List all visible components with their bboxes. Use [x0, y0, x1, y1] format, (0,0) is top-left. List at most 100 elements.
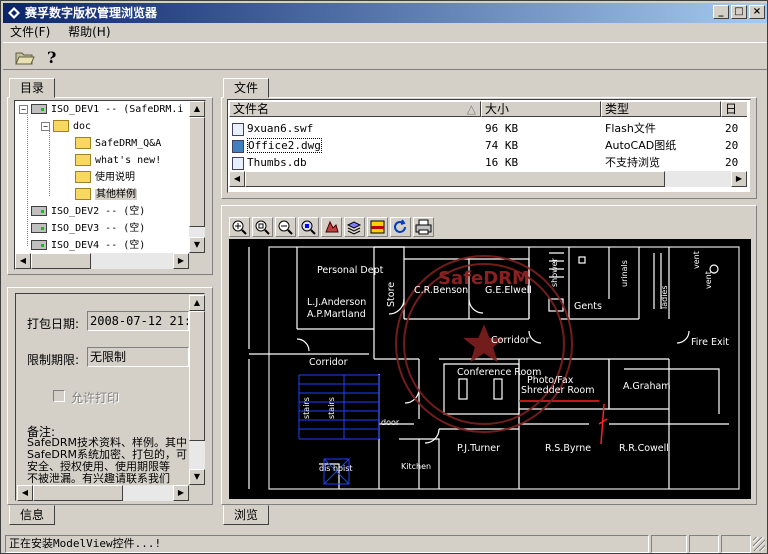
scroll-up-icon[interactable]: ▲ — [189, 295, 205, 311]
status-pane — [651, 535, 687, 553]
scroll-thumb[interactable] — [189, 117, 205, 227]
info-vertical-scrollbar[interactable]: ▲ ▼ — [189, 295, 205, 485]
cad-label: urinals — [620, 260, 629, 287]
layer-color-button[interactable] — [367, 217, 388, 237]
tree-horizontal-scrollbar[interactable]: ◀ ▶ — [15, 253, 189, 269]
cad-label: R.S.Byrne — [545, 443, 591, 454]
print-button[interactable] — [413, 217, 434, 237]
sort-ascending-icon: △ — [466, 102, 476, 116]
status-bar: 正在安装ModelView控件...! — [3, 533, 767, 553]
cad-label: C.R.Benson — [414, 285, 468, 296]
layer-color-icon — [370, 220, 385, 234]
cad-label: Kitchen — [401, 462, 431, 471]
tree-item-usage[interactable]: 使用说明 — [75, 170, 135, 186]
cad-label: Store — [386, 282, 397, 307]
close-button[interactable]: × — [749, 5, 765, 19]
scroll-left-icon[interactable]: ◀ — [15, 253, 31, 269]
tree-item-iso-dev2[interactable]: ISO_DEV2 -- (空) — [31, 204, 145, 220]
drive-icon — [31, 104, 47, 114]
folder-icon — [53, 120, 69, 132]
scroll-thumb[interactable] — [33, 485, 123, 501]
scroll-left-icon[interactable]: ◀ — [17, 485, 33, 501]
status-text: 正在安装ModelView控件...! — [5, 535, 649, 553]
column-header-name[interactable]: 文件名 △ — [229, 101, 481, 117]
cad-label: Corridor — [491, 335, 530, 346]
tree-item-iso-dev4[interactable]: ISO_DEV4 -- (空) — [31, 238, 145, 254]
pan-button[interactable] — [321, 217, 342, 237]
tree-vertical-scrollbar[interactable]: ▲ ▼ — [189, 101, 205, 253]
scroll-down-icon[interactable]: ▼ — [189, 237, 205, 253]
column-header-type[interactable]: 类型 — [601, 101, 721, 117]
resize-grip[interactable] — [753, 537, 765, 551]
cad-label: P.J.Turner — [457, 443, 500, 454]
folder-open-icon — [75, 188, 91, 200]
scroll-thumb[interactable] — [189, 311, 205, 441]
layers-icon — [346, 221, 362, 235]
zoom-window-icon — [255, 220, 270, 235]
cad-label: dis hoist — [319, 464, 353, 473]
status-pane — [689, 535, 719, 553]
layers-button[interactable] — [344, 217, 365, 237]
zoom-out-icon — [278, 220, 293, 235]
scroll-up-icon[interactable]: ▲ — [189, 101, 205, 117]
directory-tree-content: − ISO_DEV1 -- (SafeDRM.i − doc SafeDRM_Q&A… — [15, 100, 205, 270]
tab-preview[interactable]: 浏览 — [223, 505, 270, 525]
cad-label: ladies — [660, 285, 669, 309]
info-horizontal-scrollbar[interactable]: ◀ ▶ — [17, 485, 189, 501]
tab-info[interactable]: 信息 — [9, 505, 56, 525]
cad-label: Shredder Room — [521, 385, 594, 396]
tree-item-safedrm-qa[interactable]: SafeDRM_Q&A — [75, 136, 161, 152]
tree-item-iso-dev1[interactable]: − ISO_DEV1 -- (SafeDRM.i — [19, 102, 183, 118]
cad-label: L.J.Anderson — [307, 297, 366, 308]
drive-icon — [31, 240, 47, 250]
tab-directory[interactable]: 目录 — [9, 78, 56, 98]
menu-bar: 文件(F) 帮助(H) — [3, 23, 767, 42]
zoom-extents-icon — [301, 220, 316, 235]
title-bar[interactable]: 赛孚数字版权管理浏览器 — [3, 3, 767, 23]
cad-label: Gents — [574, 301, 602, 312]
column-header-size[interactable]: 大小 — [481, 101, 601, 117]
minimize-button[interactable]: _ — [713, 5, 729, 19]
maximize-button[interactable]: □ — [731, 5, 747, 19]
menu-help[interactable]: 帮助(H) — [61, 23, 117, 42]
cad-preview-canvas[interactable]: SafeDRM Personal Dept L.J.Anderson A.P.M… — [229, 239, 751, 499]
allow-print-checkbox[interactable] — [53, 390, 65, 402]
column-header-date[interactable]: 日 — [721, 101, 747, 117]
open-button[interactable] — [13, 46, 35, 68]
cad-label: G.E.Elwell — [485, 285, 532, 296]
cad-label: vent — [692, 251, 701, 269]
scroll-left-icon[interactable]: ◀ — [229, 171, 245, 187]
toolbar: ? — [3, 42, 767, 70]
zoom-in-button[interactable] — [229, 217, 250, 237]
tree-item-whats-new[interactable]: what's new! — [75, 153, 161, 169]
file-list-horizontal-scrollbar[interactable]: ◀ ▶ — [229, 171, 747, 187]
zoom-out-button[interactable] — [275, 217, 296, 237]
refresh-button[interactable] — [390, 217, 411, 237]
scroll-thumb[interactable] — [245, 171, 665, 187]
question-mark-icon: ? — [47, 48, 56, 67]
drive-icon — [31, 223, 47, 233]
cad-label: A.P.Martland — [307, 309, 366, 320]
zoom-window-button[interactable] — [252, 217, 273, 237]
allow-print-label: 允许打印 — [71, 391, 120, 405]
cad-label: stairs — [327, 397, 336, 419]
tree-item-other-samples[interactable]: 其他样例 — [75, 187, 137, 203]
scroll-right-icon[interactable]: ▶ — [731, 171, 747, 187]
tab-files[interactable]: 文件 — [223, 78, 270, 98]
scroll-down-icon[interactable]: ▼ — [189, 469, 205, 485]
notes-text: SafeDRM技术资料、样例。其中 SafeDRM系统加密、打包的，可 安全、授… — [27, 437, 187, 485]
help-button[interactable]: ? — [41, 46, 63, 68]
refresh-icon — [394, 219, 406, 233]
limit-field: 无限制 — [87, 347, 189, 367]
cad-label: Fire Exit — [691, 337, 729, 348]
svg-text:?: ? — [47, 48, 56, 67]
cad-label: A.Graham — [623, 381, 671, 392]
scroll-thumb[interactable] — [31, 253, 91, 269]
scroll-right-icon[interactable]: ▶ — [173, 485, 189, 501]
floor-plan-drawing: SafeDRM Personal Dept L.J.Anderson A.P.M… — [248, 246, 740, 490]
main-window: 赛孚数字版权管理浏览器 _ □ × 文件(F) 帮助(H) ? 目录 − ISO_… — [0, 0, 768, 554]
menu-file[interactable]: 文件(F) — [3, 23, 57, 42]
scroll-right-icon[interactable]: ▶ — [173, 253, 189, 269]
zoom-extents-button[interactable] — [298, 217, 319, 237]
tree-item-iso-dev3[interactable]: ISO_DEV3 -- (空) — [31, 221, 145, 237]
